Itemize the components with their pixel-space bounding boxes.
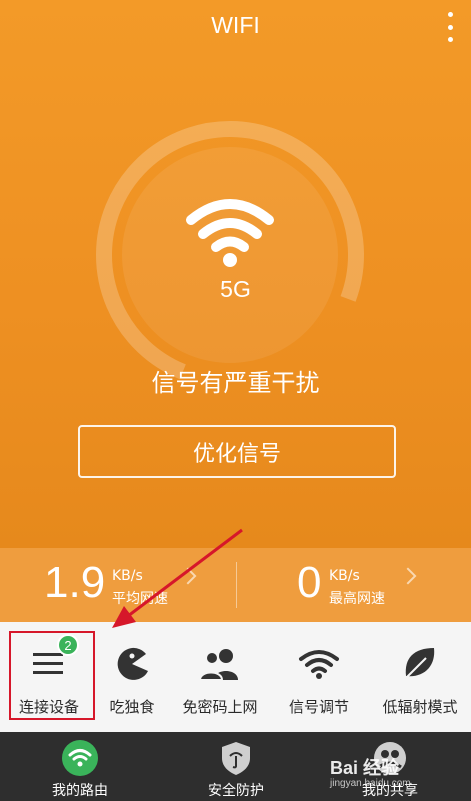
- nav-my-router[interactable]: 我的路由: [30, 732, 130, 801]
- app-title: WIFI: [211, 12, 260, 38]
- nav-label: 我的路由: [52, 783, 108, 799]
- peak-speed-stat[interactable]: 0 KB/s 最高网速: [237, 548, 471, 622]
- leaf-icon: [405, 648, 435, 679]
- average-speed-label: 平均网速: [112, 591, 168, 607]
- peak-speed-unit: KB/s: [329, 568, 360, 584]
- baidu-watermark: Bai 经验 jingyan.baidu.com: [330, 754, 411, 789]
- pacman-icon: [117, 647, 148, 680]
- hero-panel: WIFI 5G 信号有严重干扰 优化信号: [0, 0, 471, 548]
- annotation-highlight-box: [9, 631, 95, 720]
- average-speed-stat[interactable]: 1.9 KB/s 平均网速: [0, 548, 236, 622]
- users-icon: [198, 649, 238, 681]
- shield-icon: [222, 742, 250, 775]
- tool-signal-adjust[interactable]: 信号调节: [276, 622, 362, 732]
- wifi-signal-icon: [299, 650, 339, 679]
- tool-password-free[interactable]: 免密码上网: [170, 622, 270, 732]
- watermark-subtext: jingyan.baidu.com: [330, 778, 411, 789]
- watermark-text: Bai 经验: [330, 758, 400, 778]
- tool-exclusive-mode[interactable]: 吃独食: [94, 622, 170, 732]
- band-label: 5G: [220, 276, 251, 302]
- optimize-signal-button[interactable]: 优化信号: [78, 425, 396, 478]
- nav-security[interactable]: 安全防护: [186, 732, 286, 801]
- tool-label: 信号调节: [288, 698, 349, 716]
- speed-stats-bar: 1.9 KB/s 平均网速 0 KB/s 最高网速: [0, 548, 471, 622]
- average-speed-unit: KB/s: [112, 568, 143, 584]
- signal-gauge: [95, 120, 365, 390]
- chevron-right-icon: [399, 567, 417, 585]
- peak-speed-value: 0: [297, 558, 322, 607]
- more-menu-icon[interactable]: [443, 12, 457, 42]
- tool-label: 低辐射模式: [382, 698, 458, 716]
- chevron-right-icon: [179, 567, 197, 585]
- tool-low-radiation[interactable]: 低辐射模式: [370, 622, 470, 732]
- signal-status-text: 信号有严重干扰: [151, 369, 320, 397]
- tool-label: 吃独食: [109, 698, 155, 716]
- peak-speed-label: 最高网速: [329, 591, 385, 607]
- nav-label: 安全防护: [208, 783, 264, 799]
- wifi-router-icon: [62, 740, 98, 776]
- tool-label: 免密码上网: [182, 698, 258, 716]
- average-speed-value: 1.9: [44, 558, 106, 607]
